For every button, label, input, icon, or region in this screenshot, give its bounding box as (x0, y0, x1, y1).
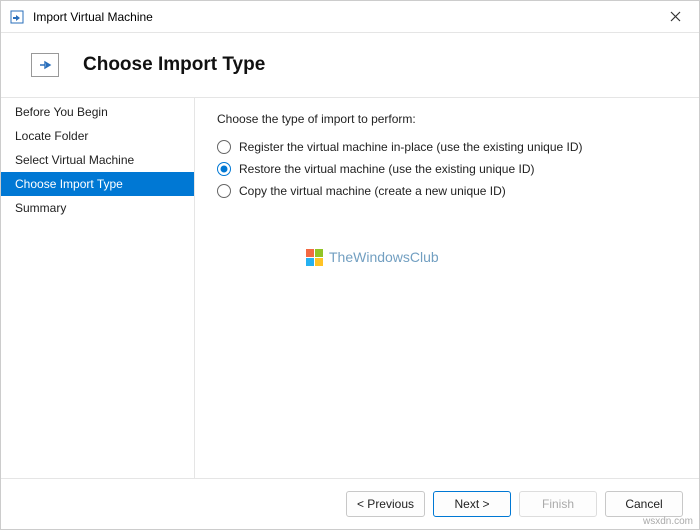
radio-icon (217, 184, 231, 198)
option-restore-vm[interactable]: Restore the virtual machine (use the exi… (217, 162, 677, 176)
sidebar-item-locate-folder[interactable]: Locate Folder (1, 124, 194, 148)
sidebar-item-choose-import-type[interactable]: Choose Import Type (1, 172, 194, 196)
wizard-header: Choose Import Type (1, 33, 699, 97)
windows-logo-icon (305, 248, 323, 266)
sidebar-item-before-you-begin[interactable]: Before You Begin (1, 100, 194, 124)
option-label: Restore the virtual machine (use the exi… (239, 162, 534, 176)
option-copy-vm[interactable]: Copy the virtual machine (create a new u… (217, 184, 677, 198)
sidebar-item-label: Summary (15, 201, 66, 215)
next-button[interactable]: Next > (433, 491, 511, 517)
source-label: wsxdn.com (643, 516, 693, 527)
radio-icon (217, 162, 231, 176)
finish-button: Finish (519, 491, 597, 517)
wizard-body: Before You Begin Locate Folder Select Vi… (1, 97, 699, 478)
previous-button[interactable]: < Previous (346, 491, 425, 517)
content-prompt: Choose the type of import to perform: (217, 112, 677, 126)
sidebar-item-summary[interactable]: Summary (1, 196, 194, 220)
content-area: Choose the type of import to perform: Re… (195, 98, 699, 478)
wizard-footer: < Previous Next > Finish Cancel (1, 478, 699, 529)
app-icon (9, 9, 25, 25)
sidebar-item-label: Select Virtual Machine (15, 153, 134, 167)
import-icon (31, 53, 59, 77)
sidebar-item-label: Before You Begin (15, 105, 108, 119)
page-title: Choose Import Type (83, 54, 265, 76)
option-register-in-place[interactable]: Register the virtual machine in-place (u… (217, 140, 677, 154)
option-label: Copy the virtual machine (create a new u… (239, 184, 506, 198)
step-sidebar: Before You Begin Locate Folder Select Vi… (1, 98, 195, 478)
radio-icon (217, 140, 231, 154)
close-button[interactable] (659, 3, 691, 31)
watermark-text: TheWindowsClub (329, 249, 439, 265)
sidebar-item-label: Choose Import Type (15, 177, 123, 191)
option-label: Register the virtual machine in-place (u… (239, 140, 583, 154)
sidebar-item-select-vm[interactable]: Select Virtual Machine (1, 148, 194, 172)
watermark: TheWindowsClub (305, 248, 439, 266)
sidebar-item-label: Locate Folder (15, 129, 88, 143)
titlebar: Import Virtual Machine (1, 1, 699, 33)
cancel-button[interactable]: Cancel (605, 491, 683, 517)
window-title: Import Virtual Machine (33, 10, 659, 24)
wizard-window: Import Virtual Machine Choose Import Typ… (0, 0, 700, 530)
